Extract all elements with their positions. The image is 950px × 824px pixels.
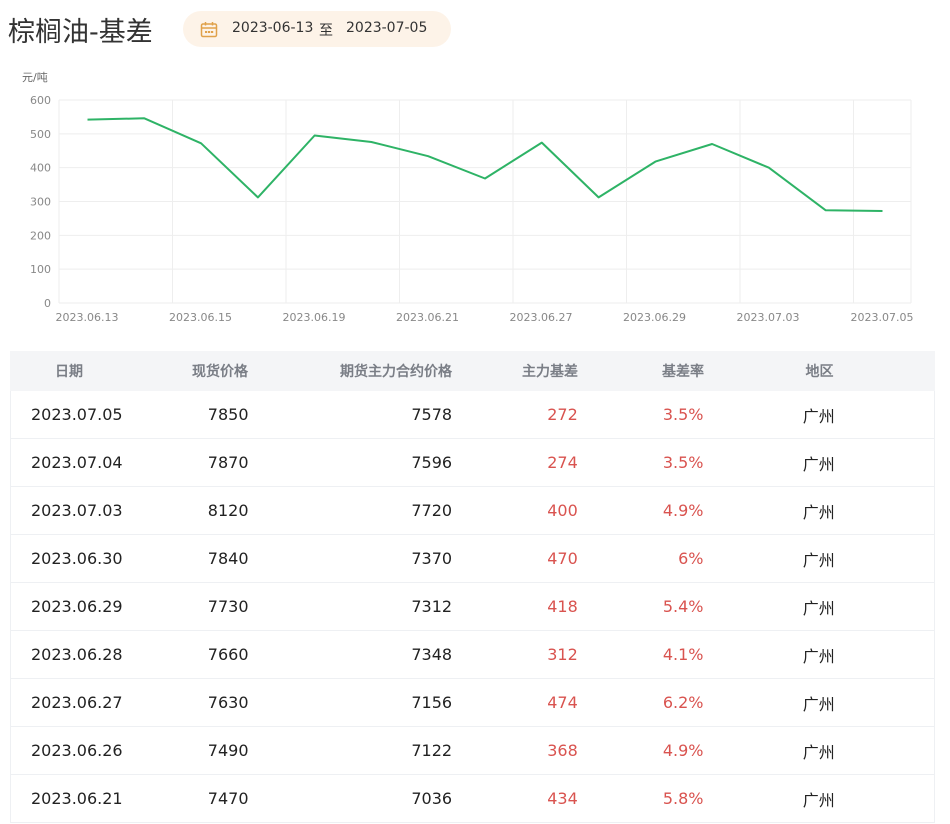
y-tick-label: 500 [30, 128, 51, 141]
cell-futures-price: 7036 [411, 789, 453, 808]
cell-futures-price: 7720 [411, 501, 453, 520]
cell-region: 广州 [802, 646, 835, 666]
y-tick-label: 600 [30, 94, 51, 107]
y-tick-label: 300 [30, 196, 51, 209]
cell-basis: 474 [547, 693, 578, 712]
table-row: 2023.06.28 7660 7348 312 4.1% 广州 [10, 631, 935, 679]
cell-basis-rate: 4.1% [662, 645, 704, 664]
cell-date: 2023.06.27 [31, 693, 123, 712]
table-row: 2023.06.30 7840 7370 470 6% 广州 [10, 535, 935, 583]
x-tick-label: 2023.06.29 [623, 311, 686, 324]
cell-region: 广州 [802, 694, 835, 714]
cell-futures-price: 7370 [411, 549, 453, 568]
cell-region: 广州 [802, 790, 835, 810]
cell-date: 2023.06.30 [31, 549, 123, 568]
x-tick-label: 2023.06.27 [510, 311, 573, 324]
table-row: 2023.07.04 7870 7596 274 3.5% 广州 [10, 439, 935, 487]
cell-futures-price: 7156 [411, 693, 453, 712]
x-tick-label: 2023.06.15 [169, 311, 232, 324]
cell-basis: 368 [547, 741, 578, 760]
cell-spot-price: 7840 [207, 549, 249, 568]
cell-region: 广州 [802, 550, 835, 570]
cell-spot-price: 7470 [207, 789, 249, 808]
y-axis-unit-label: 元/吨 [22, 71, 48, 84]
cell-spot-price: 7850 [207, 405, 249, 424]
cell-basis: 434 [547, 789, 578, 808]
col-header-spot-price: 现货价格 [192, 364, 248, 380]
cell-futures-price: 7578 [411, 405, 453, 424]
cell-futures-price: 7348 [411, 645, 453, 664]
cell-date: 2023.06.29 [31, 597, 123, 616]
col-header-futures-price: 期货主力合约价格 [340, 364, 452, 380]
col-header-basis: 主力基差 [522, 364, 578, 380]
start-date[interactable]: 2023-06-13 [232, 20, 313, 36]
cell-basis-rate: 4.9% [662, 741, 704, 760]
cell-region: 广州 [802, 406, 835, 426]
cell-futures-price: 7596 [411, 453, 453, 472]
x-tick-label: 2023.07.05 [851, 311, 914, 324]
cell-basis-rate: 3.5% [662, 453, 704, 472]
date-separator: 至 [319, 23, 333, 39]
cell-spot-price: 7870 [207, 453, 249, 472]
cell-basis-rate: 6.2% [662, 693, 704, 712]
cell-date: 2023.07.05 [31, 405, 123, 424]
cell-basis: 418 [547, 597, 578, 616]
cell-futures-price: 7122 [411, 741, 453, 760]
cell-spot-price: 7660 [207, 645, 249, 664]
col-header-region: 地区 [805, 364, 834, 380]
table-row: 2023.07.05 7850 7578 272 3.5% 广州 [10, 391, 935, 439]
x-tick-label: 2023.06.13 [56, 311, 119, 324]
calendar-icon [200, 22, 218, 38]
cell-basis: 272 [547, 405, 578, 424]
basis-table: 日期 现货价格 期货主力合约价格 主力基差 基差率 地区 2023.07.05 7… [10, 351, 935, 823]
cell-futures-price: 7312 [411, 597, 453, 616]
y-tick-label: 200 [30, 229, 51, 242]
cell-date: 2023.06.26 [31, 741, 123, 760]
x-tick-label: 2023.06.21 [396, 311, 459, 324]
table-row: 2023.06.26 7490 7122 368 4.9% 广州 [10, 727, 935, 775]
date-range-picker[interactable]: 2023-06-13 至 2023-07-05 [183, 11, 451, 47]
x-tick-label: 2023.07.03 [737, 311, 800, 324]
cell-spot-price: 7630 [207, 693, 249, 712]
series-line [87, 117, 883, 212]
cell-basis: 470 [547, 549, 578, 568]
cell-basis-rate: 5.8% [662, 789, 704, 808]
cell-basis-rate: 6% [678, 549, 704, 568]
table-row: 2023.07.03 8120 7720 400 4.9% 广州 [10, 487, 935, 535]
table-row: 2023.06.21 7470 7036 434 5.8% 广州 [10, 775, 935, 823]
cell-region: 广州 [802, 502, 835, 522]
cell-basis-rate: 4.9% [662, 501, 704, 520]
table-row: 2023.06.27 7630 7156 474 6.2% 广州 [10, 679, 935, 727]
table-body: 2023.07.05 7850 7578 272 3.5% 广州 2023.07.04 787… [10, 391, 935, 823]
cell-date: 2023.06.28 [31, 645, 123, 664]
page-title: 棕榈油-基差 [8, 17, 153, 48]
cell-basis: 400 [547, 501, 578, 520]
col-header-date: 日期 [55, 364, 83, 380]
cell-region: 广州 [802, 742, 835, 762]
cell-basis: 274 [547, 453, 578, 472]
cell-spot-price: 7730 [207, 597, 249, 616]
cell-date: 2023.07.04 [31, 453, 123, 472]
cell-basis: 312 [547, 645, 578, 664]
cell-basis-rate: 3.5% [662, 405, 704, 424]
y-tick-label: 400 [30, 162, 51, 175]
cell-basis-rate: 5.4% [662, 597, 704, 616]
cell-date: 2023.07.03 [31, 501, 123, 520]
cell-date: 2023.06.21 [31, 789, 123, 808]
table-row: 2023.06.29 7730 7312 418 5.4% 广州 [10, 583, 935, 631]
table-header: 日期 现货价格 期货主力合约价格 主力基差 基差率 地区 [10, 351, 935, 391]
cell-region: 广州 [802, 454, 835, 474]
col-header-basis-rate: 基差率 [662, 364, 704, 380]
cell-spot-price: 7490 [207, 741, 249, 760]
cell-region: 广州 [802, 598, 835, 618]
y-tick-label: 0 [44, 297, 51, 310]
y-tick-label: 100 [30, 263, 51, 276]
cell-spot-price: 8120 [207, 501, 249, 520]
basis-line-chart: 元/吨 0 100 200 300 400 500 600 2023.06.13 2023.06.… [22, 71, 914, 324]
end-date[interactable]: 2023-07-05 [346, 20, 427, 36]
x-tick-label: 2023.06.19 [283, 311, 346, 324]
